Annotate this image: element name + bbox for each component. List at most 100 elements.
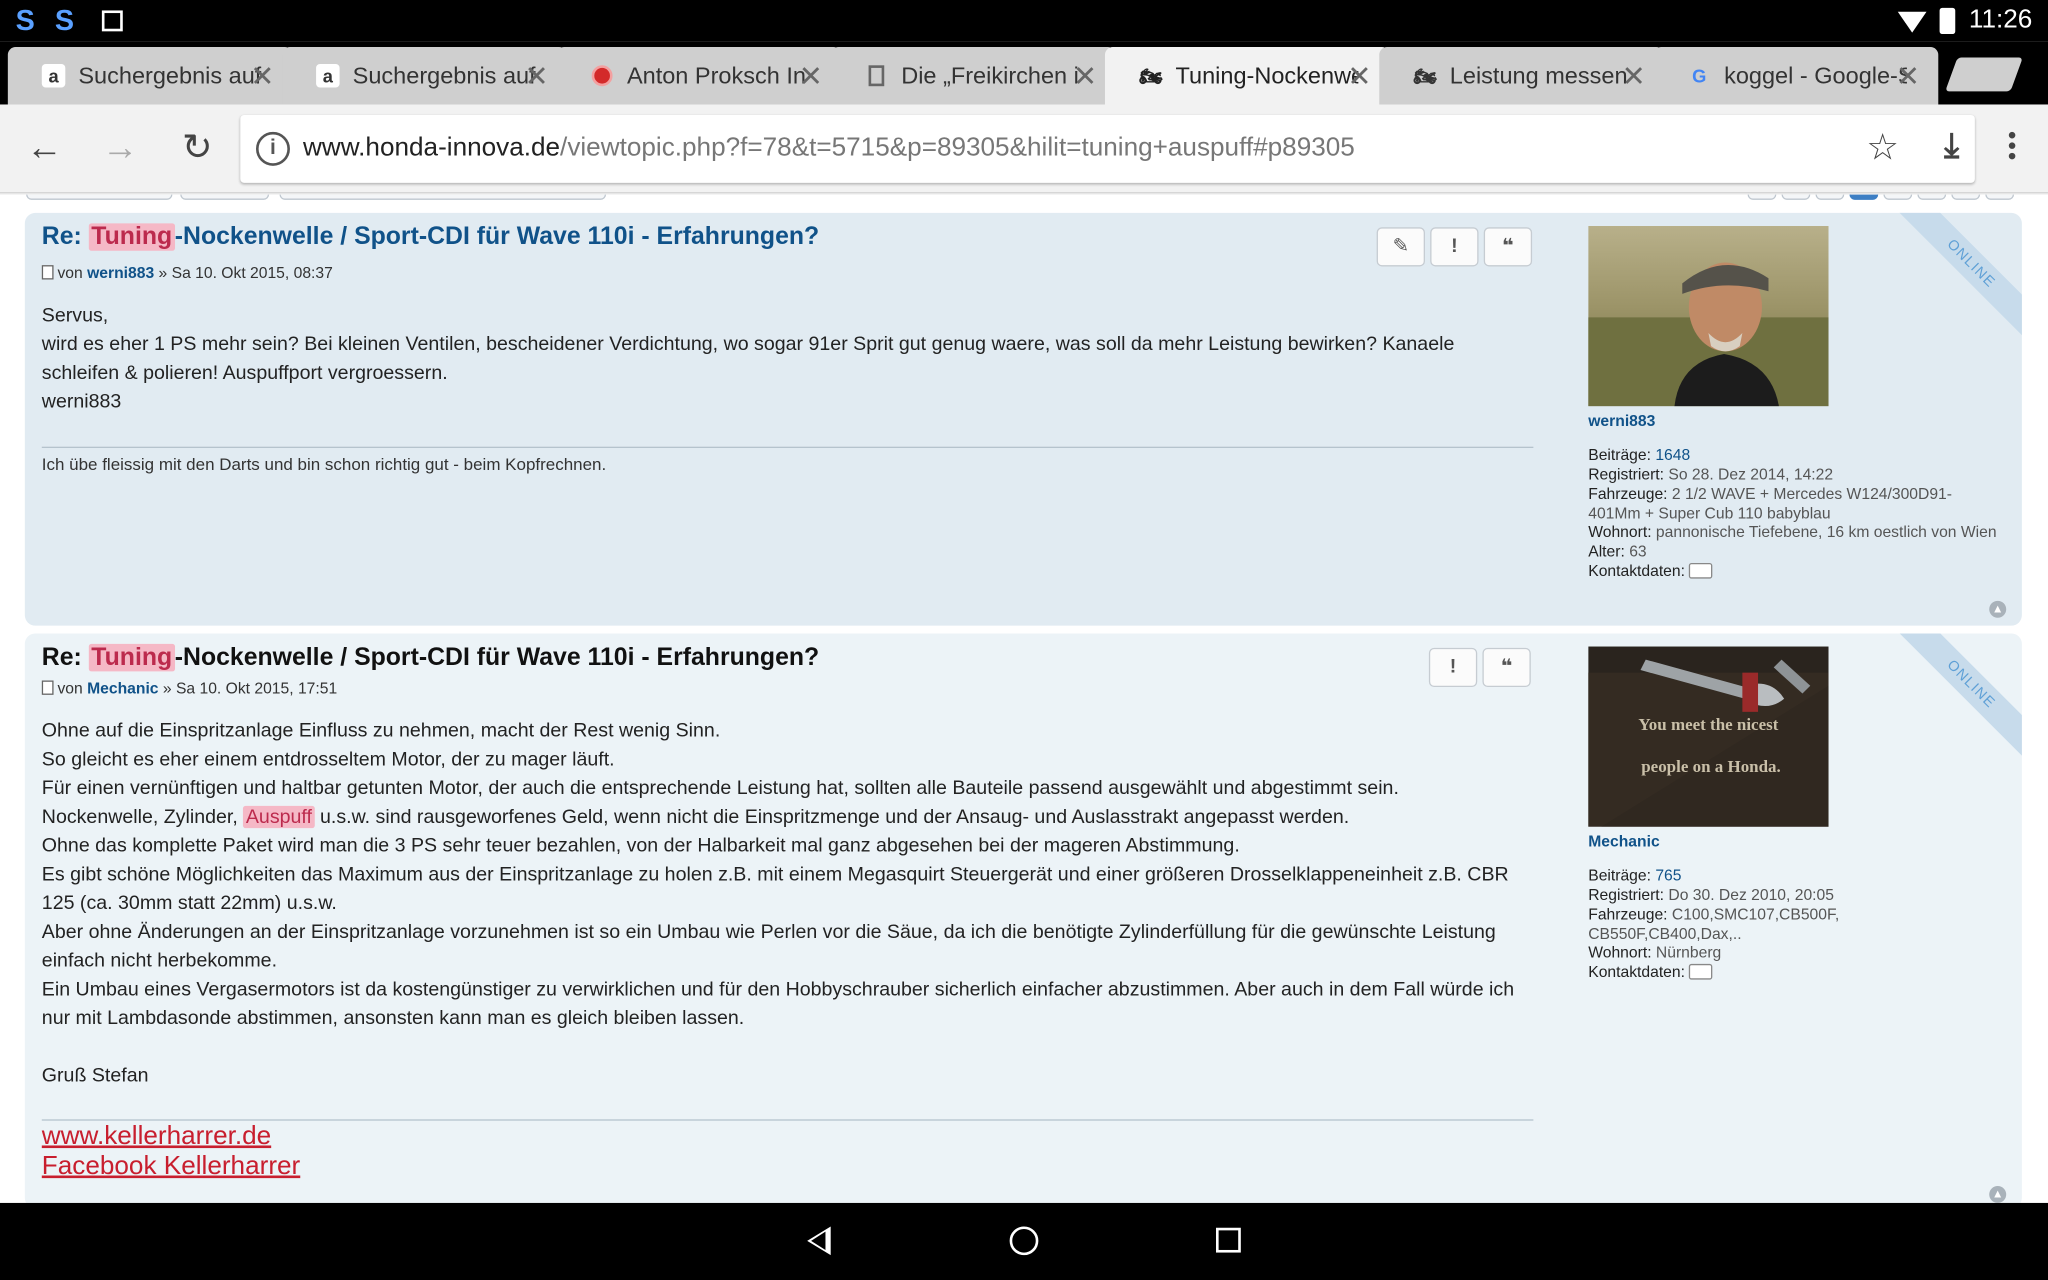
profile-registered: Registriert: Do 30. Dez 2010, 20:05	[1588, 885, 1834, 904]
browser-tab[interactable]: a Suchergebnis auf ✕	[282, 47, 567, 105]
profile-posts: Beiträge: 1648	[1588, 445, 1691, 464]
wifi-icon	[1898, 11, 1928, 32]
pagination-item[interactable]	[1883, 194, 1913, 200]
clock: 11:26	[1968, 5, 2033, 34]
page-content: ONLINE Re: Tuning -Nockenwelle / Sport-CD…	[0, 194, 2048, 1203]
profile-username[interactable]: Mechanic	[1588, 832, 1659, 850]
close-icon[interactable]: ✕	[1896, 60, 1920, 94]
tab-strip: a Suchergebnis auf ✕ a Suchergebnis auf …	[0, 41, 2048, 105]
profile-contact: Kontaktdaten:	[1588, 562, 2019, 581]
avatar[interactable]: You meet the nicest people on a Honda.	[1588, 646, 1829, 827]
profile-location: Wohnort: pannonische Tiefebene, 16 km oe…	[1588, 522, 1997, 541]
search-highlight: Auspuff	[243, 805, 315, 829]
close-icon[interactable]: ✕	[799, 60, 823, 94]
amazon-icon: a	[41, 63, 66, 88]
post-title[interactable]: Re: Tuning -Nockenwelle / Sport-CDI für W…	[42, 643, 819, 673]
motorbike-icon: 🏍	[1413, 64, 1437, 86]
edit-pencil-icon[interactable]: ✎	[1376, 227, 1425, 267]
search-topic-input[interactable]	[279, 194, 607, 200]
pagination-item[interactable]	[1985, 194, 2015, 200]
quote-icon[interactable]: ❝	[1483, 227, 1533, 267]
top-controls-cut	[24, 194, 2022, 203]
signature-link-website[interactable]: www.kellerharrer.de	[42, 1122, 271, 1152]
search-highlight: Tuning	[88, 643, 175, 672]
back-to-top-icon[interactable]: ▲	[1989, 1185, 2007, 1203]
motorbike-icon: 🏍	[1139, 64, 1163, 86]
red-dot-icon	[590, 64, 614, 88]
new-tab-button[interactable]	[1945, 57, 2023, 92]
post-icon	[41, 265, 54, 280]
amazon-icon: a	[316, 63, 340, 88]
signature: Ich übe fleissig mit den Darts und bin s…	[41, 454, 607, 475]
close-icon[interactable]: ✕	[1347, 60, 1371, 94]
post-meta: von werni883 » Sa 10. Okt 2015, 08:37	[41, 264, 333, 282]
tools-button[interactable]	[180, 194, 270, 200]
contact-icon[interactable]	[1688, 562, 1713, 579]
report-icon[interactable]: !	[1428, 647, 1478, 688]
pagination-item[interactable]	[1815, 194, 1845, 200]
back-arrow-icon[interactable]: ←	[24, 127, 66, 170]
nav-back-icon[interactable]	[807, 1226, 831, 1256]
post-buttons: ✎ ! ❝	[1376, 227, 1533, 267]
status-bar: S S 11:26	[0, 0, 2048, 42]
close-icon[interactable]: ✕	[1073, 60, 1097, 94]
pagination-item[interactable]	[1951, 194, 1981, 200]
browser-tab[interactable]: Die „Freikirchen i ✕	[830, 47, 1116, 105]
online-badge: ONLINE	[1891, 633, 2022, 764]
skype-icon: S	[54, 3, 75, 37]
pagination-item-active[interactable]	[1849, 194, 1879, 200]
browser-toolbar: ← → ↻ i www.honda-innova.de/viewtopic.ph…	[0, 104, 2048, 194]
forum-post: ONLINE Re: Tuning -Nockenwelle / Sport-CD…	[24, 212, 2022, 626]
back-to-top-icon[interactable]: ▲	[1989, 600, 2007, 618]
post-body: Ohne auf die Einspritzanlage Einfluss zu…	[41, 719, 1515, 1087]
pagination-item[interactable]	[1781, 194, 1811, 200]
pagination-item[interactable]	[1917, 194, 1947, 200]
info-icon[interactable]: i	[255, 131, 290, 166]
navigation-bar	[0, 1202, 2048, 1280]
forum-post: ONLINE Re: Tuning -Nockenwelle / Sport-CD…	[24, 633, 2022, 1203]
pagination-item[interactable]	[1747, 194, 1777, 200]
profile-vehicles: Fahrzeuge: 2 1/2 WAVE + Mercedes W124/30…	[1588, 484, 1952, 522]
avatar-caption-line1: You meet the nicest	[1638, 715, 1778, 734]
post-body: Servus, wird es eher 1 PS mehr sein? Bei…	[41, 304, 1455, 413]
close-icon[interactable]: ✕	[524, 60, 548, 94]
author-link[interactable]: Mechanic	[87, 679, 158, 697]
author-link[interactable]: werni883	[87, 264, 154, 282]
address-bar[interactable]: i www.honda-innova.de/viewtopic.php?f=78…	[240, 114, 1975, 183]
signature-link-facebook[interactable]: Facebook Kellerharrer	[42, 1152, 300, 1182]
online-badge: ONLINE	[1891, 212, 2022, 344]
post-title[interactable]: Re: Tuning -Nockenwelle / Sport-CDI für W…	[42, 223, 819, 252]
browser-tab[interactable]: Anton Proksch In ✕	[556, 47, 842, 105]
post-reply-button[interactable]	[26, 194, 173, 200]
forward-arrow-icon[interactable]: →	[99, 127, 141, 170]
report-icon[interactable]: !	[1430, 227, 1479, 267]
close-icon[interactable]: ✕	[250, 60, 274, 94]
contact-icon[interactable]	[1688, 963, 1713, 980]
url-text[interactable]: www.honda-innova.de/viewtopic.php?f=78&t…	[303, 133, 1355, 163]
google-icon: G	[1692, 65, 1707, 87]
skype-icon: S	[15, 3, 35, 37]
quote-icon[interactable]: ❝	[1482, 647, 1531, 688]
close-icon[interactable]: ✕	[1622, 60, 1646, 94]
profile-vehicles: Fahrzeuge: C100,SMC107,CB500F, CB550F,CB…	[1588, 905, 1840, 943]
profile-registered: Registriert: So 28. Dez 2014, 14:22	[1588, 464, 1834, 484]
nav-recent-apps-icon[interactable]	[1215, 1227, 1241, 1253]
download-icon[interactable]: ⤓	[1944, 125, 1959, 167]
browser-tab[interactable]: 🏍 Leistung messen ✕	[1379, 47, 1664, 105]
browser-tab[interactable]: G koggel - Google-S ✕	[1653, 47, 1939, 105]
profile-age: Alter: 63	[1588, 542, 1647, 561]
menu-icon[interactable]	[1998, 128, 2024, 170]
nav-home-icon[interactable]	[1009, 1226, 1039, 1256]
profile-location: Wohnort: Nürnberg	[1588, 943, 1722, 962]
avatar-caption-line2: people on a Honda.	[1641, 757, 1781, 776]
browser-tab[interactable]: a Suchergebnis auf ✕	[7, 47, 293, 105]
reload-icon[interactable]: ↻	[176, 127, 218, 170]
avatar[interactable]	[1588, 225, 1829, 407]
signature-divider	[41, 446, 1534, 448]
post-buttons: ! ❝	[1428, 647, 1531, 688]
profile-username[interactable]: werni883	[1588, 411, 1655, 429]
bookmark-star-icon[interactable]: ☆	[1866, 125, 1899, 168]
image-icon	[101, 10, 123, 32]
browser-tab-active[interactable]: 🏍 Tuning-Nockenwe ✕	[1104, 47, 1390, 105]
post-meta: von Mechanic » Sa 10. Okt 2015, 17:51	[41, 679, 337, 697]
